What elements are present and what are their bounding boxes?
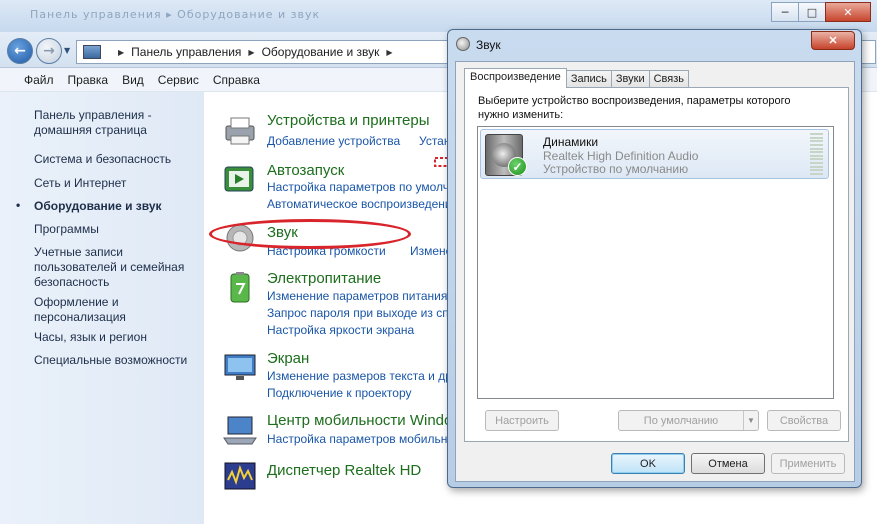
link-wake-password[interactable]: Запрос пароля при выходе из сп [267, 306, 449, 320]
category-title-display[interactable]: Экран [267, 350, 309, 367]
title-bar[interactable]: Панель управления ▸ Оборудование и звук … [0, 0, 877, 32]
chevron-right-icon[interactable]: ▶ [386, 48, 392, 57]
link-install[interactable]: Устан [419, 134, 450, 148]
chevron-down-icon[interactable]: ▼ [743, 411, 758, 430]
link-projector[interactable]: Подключение к проектору [267, 386, 412, 400]
tab-sounds[interactable]: Звуки [610, 70, 650, 88]
menu-tools[interactable]: Сервис [158, 73, 199, 87]
link-power-settings[interactable]: Изменение параметров питания [267, 289, 447, 303]
sidebar-item-clock-region[interactable]: Часы, язык и регион [34, 330, 199, 345]
set-default-button[interactable]: По умолчанию ▼ [618, 410, 759, 431]
menu-edit[interactable]: Правка [68, 73, 109, 87]
link-screen-brightness[interactable]: Настройка яркости экрана [267, 323, 414, 337]
tab-recording[interactable]: Запись [565, 70, 612, 88]
monitor-icon [224, 354, 256, 380]
device-list[interactable]: ✓ Динамики Realtek High Definition Audio… [477, 126, 834, 399]
device-status: Устройство по умолчанию [543, 162, 689, 176]
sidebar-item-network[interactable]: Сеть и Интернет [34, 176, 199, 191]
dialog-title: Звук [476, 38, 501, 52]
configure-button[interactable]: Настроить [485, 410, 559, 431]
breadcrumb-control-panel[interactable]: Панель управления [131, 45, 241, 59]
playback-panel: Выберите устройство воспроизведения, пар… [464, 87, 849, 442]
tab-playback[interactable]: Воспроизведение [464, 68, 567, 88]
menu-file[interactable]: Файл [24, 73, 54, 87]
forward-arrow-icon: → [43, 43, 55, 59]
back-button[interactable]: ← [7, 38, 33, 64]
dialog-close-button[interactable]: ✕ [811, 31, 855, 50]
set-default-label: По умолчанию [643, 414, 719, 427]
tab-communications[interactable]: Связь [648, 70, 690, 88]
maximize-button[interactable]: □ [798, 2, 826, 22]
minimize-button[interactable]: ─ [771, 2, 799, 22]
device-driver: Realtek High Definition Audio [543, 149, 699, 163]
sidebar-item-accessibility[interactable]: Специальные возможности [34, 353, 199, 368]
control-panel-icon [83, 45, 101, 59]
chevron-right-icon[interactable]: ▶ [118, 48, 124, 57]
sidebar-item-system-security[interactable]: Система и безопасность [34, 152, 199, 167]
category-title-devices[interactable]: Устройства и принтеры [267, 112, 429, 129]
battery-icon [230, 272, 250, 303]
category-title-autoplay[interactable]: Автозапуск [267, 162, 344, 179]
printer-icon [225, 117, 255, 145]
annotation-oval [209, 219, 411, 249]
link-add-device[interactable]: Добавление устройства [267, 134, 400, 148]
sidebar-item-programs[interactable]: Программы [34, 222, 199, 237]
volume-meter [810, 133, 823, 175]
link-text-size[interactable]: Изменение размеров текста и дру [267, 369, 458, 383]
sidebar: Панель управления - домашняя страница Си… [0, 92, 204, 524]
menu-help[interactable]: Справка [213, 73, 260, 87]
properties-button[interactable]: Свойства [767, 410, 841, 431]
sidebar-item-hardware-sound[interactable]: Оборудование и звук [34, 199, 199, 214]
sidebar-item-user-accounts[interactable]: Учетные записи пользователей и семейная … [34, 245, 199, 290]
link-autoplay-defaults[interactable]: Настройка параметров по умолча [267, 180, 456, 194]
laptop-icon [223, 416, 257, 445]
cancel-button[interactable]: Отмена [691, 453, 765, 474]
realtek-icon [224, 462, 256, 490]
sound-title-icon [456, 37, 470, 51]
category-title-realtek[interactable]: Диспетчер Realtek HD [267, 462, 421, 479]
breadcrumb-hardware-sound[interactable]: Оборудование и звук [262, 45, 380, 59]
blurred-title: Панель управления ▸ Оборудование и звук [30, 8, 321, 21]
device-name: Динамики [543, 135, 599, 149]
window-controls: ─ □ ✕ [771, 2, 871, 22]
sound-dialog: Звук ✕ Воспроизведение Запись Звуки Связ… [447, 29, 862, 488]
forward-button[interactable]: → [36, 38, 62, 64]
sidebar-item-appearance[interactable]: Оформление и персонализация [34, 295, 199, 325]
back-arrow-icon: ← [14, 43, 26, 59]
tab-strip: Воспроизведение Запись Звуки Связь [464, 68, 690, 88]
link-mobility-settings[interactable]: Настройка параметров мобильно [267, 432, 454, 446]
apply-button[interactable]: Применить [771, 453, 845, 474]
device-speakers[interactable]: ✓ Динамики Realtek High Definition Audio… [480, 129, 829, 179]
category-title-mobility[interactable]: Центр мобильности Windo [267, 412, 452, 429]
chevron-right-icon[interactable]: ▶ [248, 48, 254, 57]
link-autoplay-cd[interactable]: Автоматическое воспроизведени [267, 197, 452, 211]
category-title-power[interactable]: Электропитание [267, 270, 381, 287]
default-check-icon: ✓ [508, 157, 527, 176]
menu-view[interactable]: Вид [122, 73, 144, 87]
instruction-text: Выберите устройство воспроизведения, пар… [478, 95, 791, 121]
ok-button[interactable]: OK [611, 453, 685, 474]
active-bullet-icon: • [16, 198, 21, 212]
dialog-body: Воспроизведение Запись Звуки Связь Выбер… [455, 61, 855, 482]
sidebar-item-home[interactable]: Панель управления - домашняя страница [34, 108, 199, 138]
close-button[interactable]: ✕ [825, 2, 871, 22]
history-dropdown-icon[interactable]: ▼ [64, 46, 70, 55]
autoplay-icon [224, 166, 254, 192]
